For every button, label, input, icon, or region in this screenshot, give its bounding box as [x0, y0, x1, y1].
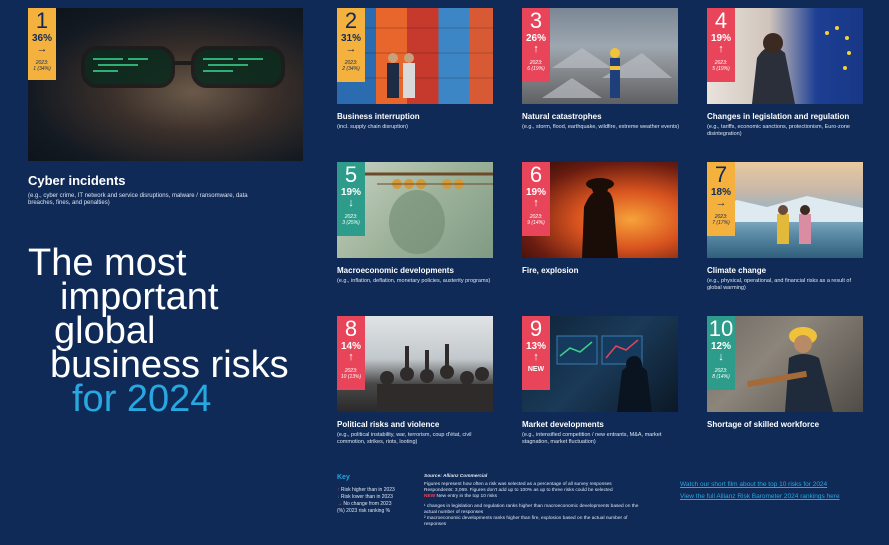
arrow-up-icon: ↑ — [533, 43, 539, 55]
rank-number: 2 — [344, 8, 358, 33]
links-section: Watch our short film about the top 10 ri… — [680, 481, 880, 500]
prev-rank: 7 (17%) — [712, 220, 730, 226]
risk-card-5[interactable]: 5 19% ↓ 2023: 3 (25%) Macroeconomic devel… — [337, 162, 493, 302]
rank-number: 3 — [529, 8, 543, 33]
risk-title: Political risks and violence — [337, 420, 440, 429]
risk-card-7[interactable]: 7 18% → 2023: 7 (17%) Climate change (e.g… — [707, 162, 863, 302]
prev-rank: 5 (19%) — [712, 66, 730, 72]
new-label: NEW — [424, 494, 436, 499]
rank-badge: 9 13% ↑ NEW — [522, 316, 550, 390]
new-entry-note: NEW New entry in the top 10 risks — [424, 494, 498, 499]
prev-rank: 3 (25%) — [342, 220, 360, 226]
headline: The most important global business risks… — [28, 242, 289, 420]
rank-number: 8 — [344, 316, 358, 341]
headline-line-3: global — [54, 310, 156, 352]
rank-badge: 8 14% ↑ 2023: 10 (13%) — [337, 316, 365, 390]
risk-subtitle: (e.g., storm, flood, earthquake, wildfir… — [522, 124, 680, 130]
headline-line-2: important — [60, 276, 219, 318]
risk-card-8[interactable]: 8 14% ↑ 2023: 10 (13%) Political risks an… — [337, 316, 493, 456]
arrow-up-icon: ↑ — [533, 351, 539, 363]
risk-title: Cyber incidents — [28, 173, 126, 188]
key-item-same: → No change from 2023 — [337, 501, 392, 507]
risk-subtitle: (e.g., intensified competition / new ent… — [522, 432, 662, 445]
rank-number: 1 — [35, 8, 49, 33]
risk-title: Climate change — [707, 266, 767, 275]
risk-card-2[interactable]: 2 31% → 2023: 2 (34%) Business interrupti… — [337, 8, 493, 148]
key-title: Key — [337, 474, 350, 481]
risk-card-4[interactable]: 4 19% ↑ 2023: 5 (19%) Changes in legislat… — [707, 8, 863, 148]
rank-number: 5 — [344, 162, 358, 187]
risk-card-6[interactable]: 6 19% ↑ 2023: 9 (14%) Fire, explosion — [522, 162, 678, 302]
risk-title: Natural catastrophes — [522, 112, 602, 121]
headline-line-4: business risks — [50, 344, 289, 386]
arrow-up-icon: ↑ — [348, 351, 354, 363]
key-section: Key ↑ Risk higher than in 2023 ↓ Risk lo… — [337, 474, 417, 515]
risk-title: Business interruption — [337, 112, 420, 121]
new-tag: NEW — [527, 366, 545, 373]
risk-subtitle: (e.g., cyber crime, IT network and servi… — [28, 193, 248, 206]
risk-subtitle: (incl. supply chain disruption) — [337, 124, 408, 130]
risk-title: Shortage of skilled workforce — [707, 420, 820, 429]
key-item-lower: ↓ Risk lower than in 2023 — [337, 494, 393, 500]
prev-rank: 1 (34%) — [33, 66, 51, 72]
source-section: Source: Allianz Commercial Figures repre… — [424, 474, 664, 528]
glasses-icon — [81, 46, 285, 88]
arrow-right-icon: → — [715, 197, 727, 209]
rank-badge: 3 26% ↑ 2023: 6 (19%) — [522, 8, 550, 82]
prev-rank: 2 (34%) — [342, 66, 360, 72]
rank-badge: 7 18% → 2023: 7 (17%) — [707, 162, 735, 236]
rank-badge: 5 19% ↓ 2023: 3 (25%) — [337, 162, 365, 236]
prev-rank: 8 (14%) — [712, 374, 730, 380]
rank-number: 4 — [714, 8, 728, 33]
prev-rank: 10 (13%) — [340, 374, 362, 380]
cyber-face-image — [28, 8, 303, 161]
rank-badge: 10 12% ↓ 2023: 8 (14%) — [707, 316, 735, 390]
risk-subtitle: (e.g., inflation, deflation, monetary po… — [337, 278, 491, 284]
arrow-up-icon: ↑ — [337, 487, 340, 493]
film-link[interactable]: Watch our short film about the top 10 ri… — [680, 481, 880, 488]
risk-card-10[interactable]: 10 12% ↓ 2023: 8 (14%) Shortage of skille… — [707, 316, 863, 456]
rank-number: 6 — [529, 162, 543, 187]
arrow-right-icon: → — [36, 43, 48, 55]
risk-title: Changes in legislation and regulation — [707, 112, 850, 121]
risk-card-9[interactable]: 9 13% ↑ NEW Market developments (e.g., i… — [522, 316, 678, 456]
arrow-right-icon: → — [345, 43, 357, 55]
risk-subtitle: (e.g., physical, operational, and financ… — [707, 278, 851, 291]
key-item-ranking: (%) 2023 risk ranking % — [337, 508, 391, 514]
source-title: Source: Allianz Commercial — [424, 474, 488, 479]
rank-number: 7 — [714, 162, 728, 187]
arrow-right-icon: → — [337, 501, 342, 507]
rank-number: 9 — [529, 316, 543, 341]
arrow-up-icon: ↑ — [718, 43, 724, 55]
arrow-down-icon: ↓ — [718, 351, 724, 363]
rank-badge: 4 19% ↑ 2023: 5 (19%) — [707, 8, 735, 82]
arrow-down-icon: ↓ — [348, 197, 354, 209]
rank-number: 10 — [708, 316, 734, 341]
risk-title: Macroeconomic developments — [337, 266, 454, 275]
key-item-higher: ↑ Risk higher than in 2023 — [337, 487, 395, 493]
footnote-1: ¹ changes in legislation and regulation … — [424, 504, 639, 515]
footnote-2: ² macroeconomic developments ranks highe… — [424, 516, 628, 527]
prev-rank: 6 (19%) — [527, 66, 545, 72]
headline-line-5: for 2024 — [72, 378, 212, 420]
headline-line-1: The most — [28, 242, 187, 284]
rankings-link[interactable]: View the full Allianz Risk Barometer 202… — [680, 493, 880, 500]
rank-badge: 2 31% → 2023: 2 (34%) — [337, 8, 365, 82]
rank-badge: 1 36% → 2023: 1 (34%) — [28, 8, 56, 80]
prev-rank: 9 (14%) — [527, 220, 545, 226]
risk-subtitle: (e.g., political instability, war, terro… — [337, 432, 472, 445]
risk-card-3[interactable]: 3 26% ↑ 2023: 6 (19%) Natural catastrophe… — [522, 8, 679, 148]
risk-title: Fire, explosion — [522, 266, 579, 275]
arrow-down-icon: ↓ — [337, 494, 340, 500]
arrow-up-icon: ↑ — [533, 197, 539, 209]
rank-badge: 6 19% ↑ 2023: 9 (14%) — [522, 162, 550, 236]
risk-card-1[interactable]: 1 36% → 2023: 1 (34%) Cyber incidents (e.… — [28, 8, 303, 223]
risk-subtitle: (e.g., tariffs, economic sanctions, prot… — [707, 124, 850, 137]
risk-title: Market developments — [522, 420, 604, 429]
